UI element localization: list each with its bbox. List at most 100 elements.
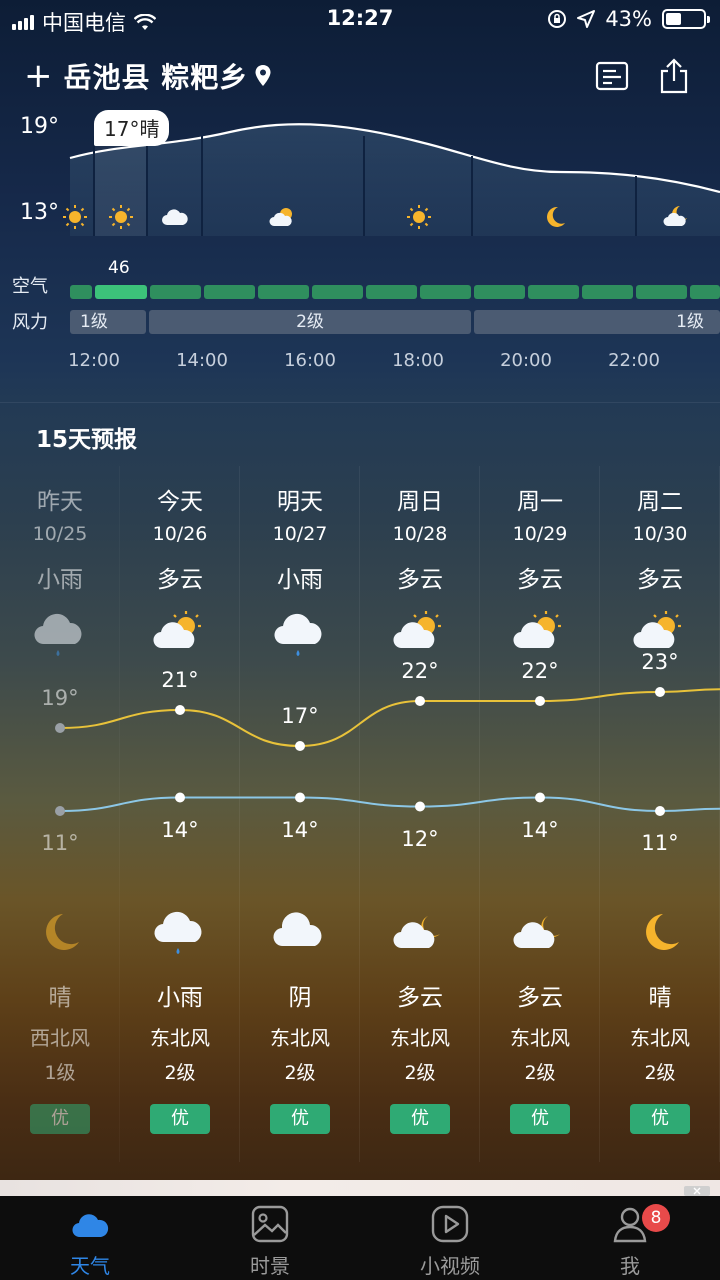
moon-icon (630, 904, 690, 960)
forecast-high-temp: 17° (281, 704, 319, 728)
forecast-day-column[interactable]: 周二 10/30 多云 23° 11° 晴东北风 2级优 (600, 466, 720, 1162)
forecast-night-condition: 阴 (288, 985, 312, 1011)
forecast-wind-direction: 东北风 (150, 1026, 210, 1050)
tab-bar: 天气 时景 小视频 8 我 (0, 1196, 720, 1280)
air-bar-segment (312, 285, 363, 299)
forecast-wind-direction: 西北风 (30, 1026, 90, 1050)
forecast-low-temp: 11° (641, 831, 679, 855)
location-selector[interactable]: + 岳池县 粽粑乡 (24, 56, 272, 96)
hourly-forecast[interactable]: 19° 13° 17°晴 空气 46 风力 1级 2级 1级 12:00 14:… (0, 106, 720, 386)
air-bar-segment (528, 285, 579, 299)
hour-time-label: 14:00 (176, 350, 228, 371)
ad-close-icon[interactable] (684, 1186, 710, 1196)
air-bar-segment (366, 285, 417, 299)
air-bar-segment (690, 285, 720, 299)
hour-time-label: 16:00 (284, 350, 336, 371)
air-quality-value: 46 (108, 258, 130, 278)
tab-weather[interactable]: 天气 (0, 1196, 180, 1280)
cloud-icon (270, 904, 330, 960)
wind-row-label: 风力 (12, 312, 48, 333)
share-button[interactable] (654, 56, 694, 96)
forecast-low-temp: 14° (521, 817, 559, 842)
tab-label: 天气 (70, 1254, 110, 1278)
air-bar-segment (150, 285, 201, 299)
cloud-icon (72, 1214, 109, 1238)
tab-label: 我 (620, 1254, 640, 1278)
forecast-wind-direction: 东北风 (390, 1026, 450, 1050)
forecast-day-condition: 多云 (157, 567, 203, 593)
forecast-day-condition: 小雨 (277, 567, 323, 593)
forecast-high-temp: 19° (41, 686, 79, 710)
add-city-icon[interactable]: + (24, 56, 54, 96)
forecast-wind-level: 1级 (44, 1062, 76, 1084)
location-name[interactable]: 岳池县 粽粑乡 (64, 56, 249, 96)
moon-icon (547, 206, 565, 227)
forecast-wind-direction: 东北风 (270, 1026, 330, 1050)
forecast-wind-level: 2级 (644, 1062, 676, 1084)
forecast-night-condition: 小雨 (157, 985, 203, 1011)
forecast-day-name: 周二 (637, 489, 683, 515)
wind-level-segment: 1级 (474, 310, 720, 334)
ad-banner[interactable] (0, 1180, 720, 1196)
air-quality-badge: 优 (270, 1104, 330, 1134)
share-icon (660, 58, 688, 94)
forecast-day-column[interactable]: 明天 10/27 小雨 17° 14° 阴东北风 2级优 (240, 466, 360, 1162)
wind-level-segment: 1级 (70, 310, 146, 334)
air-bar-segment (420, 285, 471, 299)
forecast-high-temp: 22° (401, 659, 439, 683)
partly-moon-icon (390, 904, 450, 960)
forecast-date: 10/29 (512, 523, 568, 545)
air-quality-badge: 优 (150, 1104, 210, 1134)
wind-level-segment: 2级 (149, 310, 471, 334)
battery-percent: 43% (605, 7, 652, 31)
hour-time-label: 12:00 (68, 350, 120, 371)
play-icon (431, 1205, 469, 1243)
news-button[interactable] (592, 56, 632, 96)
air-bar-segment (474, 285, 525, 299)
air-bar-segment (636, 285, 687, 299)
tab-me[interactable]: 8 我 (540, 1196, 720, 1280)
current-temp-badge: 17°晴 (94, 110, 170, 146)
forecast-low-temp: 14° (281, 817, 319, 842)
header: + 岳池县 粽粑乡 (0, 50, 720, 106)
forecast-low-temp: 11° (41, 831, 79, 855)
moon-icon (30, 904, 90, 960)
forecast-day-condition: 多云 (397, 567, 443, 593)
air-quality-badge: 优 (510, 1104, 570, 1134)
air-quality-badge: 优 (390, 1104, 450, 1134)
forecast-wind-level: 2级 (404, 1062, 436, 1084)
forecast-day-column[interactable]: 周一 10/29 多云 22° 14° 多云 东北风 2级优 (480, 466, 600, 1162)
location-pin-icon (255, 65, 271, 86)
hour-time-label: 20:00 (500, 350, 552, 371)
forecast-day-condition: 多云 (517, 567, 563, 593)
forecast-low-temp: 14° (161, 817, 199, 842)
hour-time-label: 22:00 (608, 350, 660, 371)
forecast-day-column[interactable]: 周日 10/28 多云 22° 12° 多云 东北风 2级优 (360, 466, 480, 1162)
sun-icon (109, 205, 133, 229)
battery-icon (662, 9, 710, 29)
rain-icon (30, 606, 90, 662)
tab-scenes[interactable]: 时景 (180, 1196, 360, 1280)
partly-sunny-icon (269, 208, 292, 226)
forecast-grid[interactable]: 昨天 10/25 小雨 19° 11° 晴西北风 1级优 今天 10/26 多云 21° 14° 小雨东… (0, 466, 720, 1162)
forecast-wind-level: 2级 (164, 1062, 196, 1084)
forecast-date: 10/27 (272, 523, 328, 545)
forecast-date: 10/25 (32, 523, 88, 545)
air-bar-segment (258, 285, 309, 299)
partly-moon-icon (510, 904, 570, 960)
tab-videos[interactable]: 小视频 (360, 1196, 540, 1280)
partly-sunny-icon (390, 606, 450, 662)
forecast-date: 10/26 (152, 523, 208, 545)
forecast-date: 10/28 (392, 523, 448, 545)
forecast-high-temp: 22° (521, 659, 559, 683)
location-arrow-icon (577, 10, 596, 28)
partly-sunny-icon (150, 606, 210, 662)
forecast-day-column[interactable]: 今天 10/26 多云 21° 14° 小雨 东北风 2级优 (120, 466, 240, 1162)
air-quality-badge: 优 (630, 1104, 690, 1134)
forecast-day-column[interactable]: 昨天 10/25 小雨 19° 11° 晴西北风 1级优 (0, 466, 120, 1162)
rotation-lock-icon (548, 10, 567, 28)
air-bar-segment (204, 285, 255, 299)
forecast-wind-level: 2级 (524, 1062, 556, 1084)
forecast-wind-level: 2级 (284, 1062, 316, 1084)
air-bar-segment (95, 285, 147, 299)
